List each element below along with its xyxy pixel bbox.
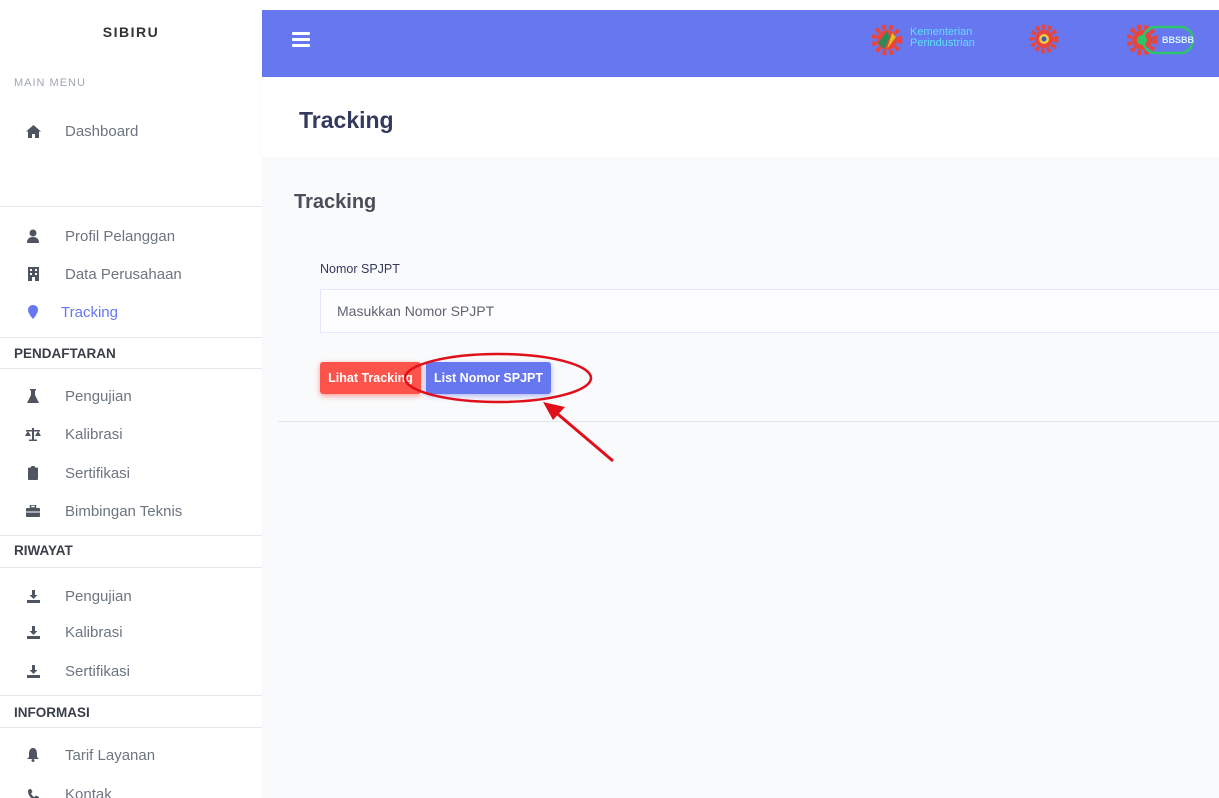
bbsbb-logo: BBSBB <box>1126 23 1197 57</box>
sidebar: SIBIRU MAIN MENU Dashboard Profil Pelang… <box>0 0 262 798</box>
nomor-spjpt-label: Nomor SPJPT <box>320 262 400 276</box>
top-navbar: Kementerian Perindustrian BBSBB <box>262 10 1219 77</box>
sidebar-item-profil-pelanggan[interactable]: Profil Pelanggan <box>0 221 262 251</box>
sidebar-item-tracking[interactable]: Tracking <box>0 297 262 327</box>
divider <box>278 421 1219 422</box>
flask-icon <box>25 388 41 404</box>
sidebar-item-bimbingan-teknis[interactable]: Bimbingan Teknis <box>0 496 262 526</box>
sidebar-item-tarif-layanan[interactable]: Tarif Layanan <box>0 740 262 770</box>
sidebar-item-label: Profil Pelanggan <box>65 227 176 245</box>
kemenperin-logo-text: Kementerian Perindustrian <box>910 26 975 49</box>
phone-icon <box>25 786 41 798</box>
sidebar-item-label: Sertifikasi <box>65 662 131 680</box>
sidebar-item-label: Kontak <box>65 785 112 798</box>
sidebar-item-sertifikasi[interactable]: Sertifikasi <box>0 458 262 488</box>
sidebar-item-riwayat-kalibrasi[interactable]: Kalibrasi <box>0 617 262 647</box>
brand-title[interactable]: SIBIRU <box>0 24 262 40</box>
divider <box>0 535 262 536</box>
sidebar-item-pendaftaran-pengujian[interactable]: Pengujian <box>0 381 262 411</box>
sidebar-item-riwayat-pengujian[interactable]: Pengujian <box>0 581 262 611</box>
balance-scale-icon <box>25 426 41 442</box>
map-marker-icon <box>25 304 41 320</box>
sidebar-item-kontak[interactable]: Kontak <box>0 779 262 798</box>
divider <box>0 695 262 696</box>
card-title: Tracking <box>294 191 377 213</box>
nomor-spjpt-input[interactable] <box>320 289 1219 333</box>
home-icon <box>25 123 41 139</box>
divider <box>0 727 262 728</box>
sidebar-item-dashboard[interactable]: Dashboard <box>0 116 262 146</box>
download-icon <box>25 663 41 679</box>
sidebar-item-data-perusahaan[interactable]: Data Perusahaan <box>0 259 262 289</box>
download-icon <box>25 588 41 604</box>
sidebar-item-pendaftaran-kalibrasi[interactable]: Kalibrasi <box>0 419 262 449</box>
svg-text:BBSBB: BBSBB <box>1162 35 1195 45</box>
divider <box>0 368 262 369</box>
sidebar-item-label: Pengujian <box>65 387 132 405</box>
briefcase-icon <box>25 503 41 519</box>
sidebar-item-label: Bimbingan Teknis <box>65 502 183 520</box>
sidebar-item-label: Data Perusahaan <box>65 265 182 283</box>
sidebar-item-label: Kalibrasi <box>65 623 123 641</box>
main-content: Tracking Nomor SPJPT Lihat Tracking List… <box>262 157 1219 798</box>
download-icon <box>25 624 41 640</box>
gear-emblem-logo <box>1029 24 1059 54</box>
kemenperin-logo: Kementerian Perindustrian <box>870 23 982 59</box>
main-menu-heading: MAIN MENU <box>14 77 86 89</box>
sidebar-item-label: Tracking <box>61 303 118 321</box>
sidebar-item-label: Tarif Layanan <box>65 746 156 764</box>
section-title-riwayat: RIWAYAT <box>14 543 73 558</box>
section-title-pendaftaran: PENDAFTARAN <box>14 346 116 361</box>
sidebar-item-label: Dashboard <box>65 122 139 140</box>
page-header: Tracking <box>262 77 1219 157</box>
section-title-informasi: INFORMASI <box>14 705 90 720</box>
sidebar-item-riwayat-sertifikasi[interactable]: Sertifikasi <box>0 656 262 686</box>
divider <box>0 206 262 207</box>
hamburger-menu-icon[interactable] <box>292 32 310 48</box>
sidebar-item-label: Sertifikasi <box>65 464 131 482</box>
lihat-tracking-button[interactable]: Lihat Tracking <box>320 362 421 394</box>
user-icon <box>25 228 41 244</box>
sidebar-item-label: Kalibrasi <box>65 425 123 443</box>
building-icon <box>25 266 41 282</box>
sidebar-item-label: Pengujian <box>65 587 132 605</box>
divider <box>0 337 262 338</box>
page-title: Tracking <box>299 107 394 133</box>
bell-icon <box>25 747 41 763</box>
clipboard-icon <box>25 465 41 481</box>
list-nomor-spjpt-button[interactable]: List Nomor SPJPT <box>426 362 551 394</box>
divider <box>0 567 262 568</box>
